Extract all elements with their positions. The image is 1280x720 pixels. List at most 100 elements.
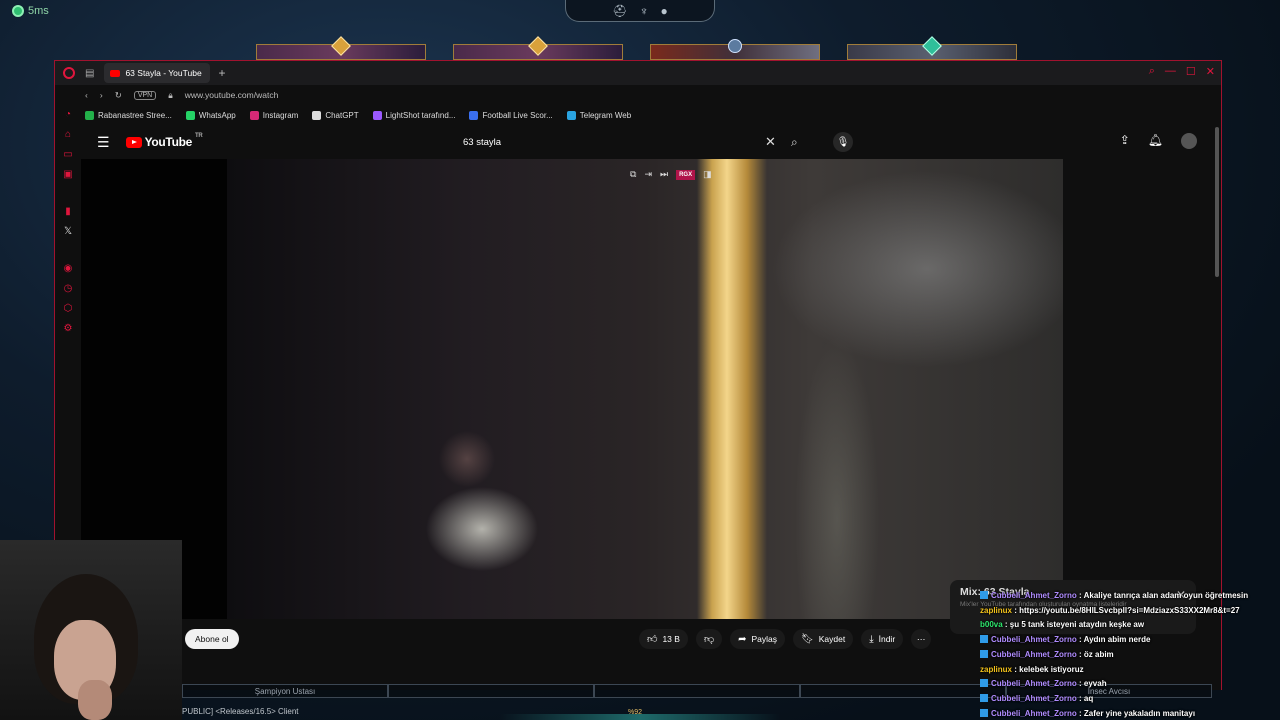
like-button[interactable]: 👍︎ 13 B bbox=[639, 629, 688, 649]
pinboard-icon[interactable]: ▣ bbox=[63, 169, 72, 180]
hud-glow bbox=[500, 714, 780, 720]
dislike-button[interactable]: 👎︎ bbox=[695, 629, 723, 649]
bookmark-item[interactable]: Rabanastree Stree... bbox=[85, 110, 172, 120]
chat-text: kelebek istiyoruz bbox=[1019, 664, 1084, 674]
youtube-favicon-icon bbox=[110, 69, 121, 77]
avatar[interactable] bbox=[1181, 133, 1197, 149]
champion-frame bbox=[650, 39, 820, 60]
chat-text: öz abim bbox=[1083, 649, 1114, 659]
bookmark-item[interactable]: Football Live Scor... bbox=[469, 110, 553, 120]
minimize-icon[interactable]: — bbox=[1165, 65, 1176, 78]
ping-value: 5ms bbox=[28, 5, 49, 17]
rank-gem-icon bbox=[528, 36, 548, 56]
clear-search-icon[interactable]: ✕ bbox=[765, 134, 776, 150]
back-icon[interactable]: ‹ bbox=[85, 90, 88, 100]
action-buttons: 👍︎ 13 B 👎︎ ➦ Paylaş 🔖︎ Kaydet ⤓ İndir ⋯ bbox=[639, 629, 932, 649]
bookmark-item[interactable]: Instagram bbox=[249, 110, 298, 120]
settings-gear-icon[interactable]: ⚙ bbox=[64, 323, 73, 334]
menu-icon[interactable]: ☰ bbox=[97, 134, 110, 151]
search-input[interactable]: 63 stayla bbox=[463, 137, 501, 148]
bookmark-favicon-icon bbox=[85, 110, 94, 120]
chat-message: Cubbeli_Ahmet_Zorno : aq bbox=[980, 692, 1280, 707]
wallet-icon[interactable]: ▭ bbox=[63, 149, 72, 160]
popout-icon[interactable]: ⇥ bbox=[644, 169, 652, 180]
twitch-icon[interactable]: ▮ bbox=[65, 206, 71, 217]
more-icon: ⋯ bbox=[916, 633, 926, 644]
chat-username: Cubbeli_Ahmet_Zorno bbox=[991, 679, 1077, 689]
download-button[interactable]: ⤓ İndir bbox=[861, 629, 904, 649]
new-tab-icon[interactable]: + bbox=[218, 66, 225, 80]
opera-logo-icon[interactable] bbox=[63, 67, 75, 79]
video-player[interactable]: ⧉ ⇥ ⏭ RGX ◨ bbox=[81, 159, 1063, 619]
search-icon[interactable]: ⌕ bbox=[791, 135, 798, 150]
rgx-button[interactable]: RGX bbox=[676, 169, 696, 180]
chat-message: zaplinux : https://youtu.be/8HlLSvcbpll?… bbox=[980, 605, 1240, 615]
chat-message: b00va : şu 5 tank isteyeni ataydın keşke… bbox=[980, 620, 1145, 630]
chat-username: Cubbeli_Ahmet_Zorno bbox=[991, 591, 1077, 600]
page-scrollbar[interactable] bbox=[1213, 125, 1221, 305]
champion-frame bbox=[847, 36, 1017, 60]
bookmark-favicon-icon bbox=[469, 110, 479, 120]
youtube-play-icon bbox=[125, 136, 142, 148]
maximize-icon[interactable]: ☐ bbox=[1186, 65, 1196, 78]
window-controls: ⌕ — ☐ ✕ bbox=[1149, 65, 1215, 78]
bookmark-item[interactable]: Telegram Web bbox=[566, 110, 631, 120]
save-button[interactable]: 🔖︎ Kaydet bbox=[793, 629, 854, 649]
chat-text: şu 5 tank isteyeni ataydın keşke aw bbox=[1009, 620, 1145, 630]
video-frame[interactable] bbox=[227, 159, 1063, 619]
profile-icon: ● bbox=[660, 3, 668, 18]
chat-message: Cubbeli_Ahmet_Zorno : Aydın abim nerde bbox=[980, 633, 1280, 648]
region-code: TR bbox=[195, 133, 203, 139]
notifications-bell-icon[interactable]: 🔔︎ bbox=[1148, 133, 1163, 149]
subscribe-button[interactable]: Abone ol bbox=[185, 629, 239, 649]
tab-overview-icon[interactable]: ▤ bbox=[85, 68, 94, 79]
extensions-icon[interactable]: ⬡ bbox=[64, 303, 73, 314]
lock-icon: 🔒︎ bbox=[168, 89, 173, 100]
vpn-badge[interactable]: VPN bbox=[133, 90, 157, 100]
hud-slot bbox=[594, 684, 800, 698]
tab-title: 63 Stayla - YouTube bbox=[125, 68, 202, 78]
skip-icon[interactable]: ⏭ bbox=[660, 169, 668, 180]
hud-slot bbox=[800, 684, 1006, 698]
youtube-logo[interactable]: YouTube TR bbox=[125, 133, 203, 149]
reload-icon[interactable]: ↻ bbox=[115, 90, 122, 101]
video-actions: Abone ol 👍︎ 13 B 👎︎ ➦ Paylaş 🔖︎ Kaydet ⤓… bbox=[81, 619, 1063, 659]
chat-username: zaplinux bbox=[980, 664, 1013, 674]
champion-frame bbox=[256, 36, 426, 60]
share-label: Paylaş bbox=[751, 634, 778, 644]
twitch-badge-icon bbox=[980, 693, 988, 702]
search-tabs-icon[interactable]: ⌕ bbox=[1149, 65, 1155, 78]
close-icon[interactable]: ✕ bbox=[1206, 65, 1215, 78]
upload-icon[interactable]: ⇪ bbox=[1120, 133, 1130, 149]
chat-text: Akaliye tanrıça alan adam oyun öğretmesi… bbox=[1083, 591, 1249, 600]
youtube-header: ☰ YouTube TR 63 stayla ✕ ⌕ 🎙︎ ⇪ 🔔︎ bbox=[81, 125, 1221, 277]
bookmark-item[interactable]: WhatsApp bbox=[185, 110, 236, 120]
x-icon[interactable]: 𝕏 bbox=[64, 226, 72, 237]
bookmark-label: LightShot tarafınd... bbox=[385, 110, 456, 120]
more-actions-button[interactable]: ⋯ bbox=[911, 629, 932, 649]
bookmark-item[interactable]: ChatGPT bbox=[312, 110, 359, 120]
chat-username: Cubbeli_Ahmet_Zorno bbox=[991, 708, 1077, 718]
player-icon[interactable]: ◉ bbox=[64, 263, 73, 274]
ping-indicator: 5ms bbox=[12, 5, 49, 17]
pip-icon[interactable]: ◨ bbox=[703, 169, 712, 180]
stream-chat: Cubbeli_Ahmet_Zorno : Akaliye tanrıça al… bbox=[980, 589, 1280, 720]
workspace-icon[interactable]: ⌂ bbox=[65, 129, 71, 140]
webcam-hand bbox=[78, 680, 112, 720]
bookmark-label: Football Live Scor... bbox=[482, 110, 553, 120]
history-icon[interactable]: ◷ bbox=[64, 283, 73, 294]
hud-slot bbox=[388, 684, 594, 698]
bookmark-item[interactable]: LightShot tarafınd... bbox=[372, 110, 456, 120]
chat-message: Cubbeli_Ahmet_Zorno : Akaliye tanrıça al… bbox=[980, 589, 1280, 604]
chat-text: Aydın abim nerde bbox=[1083, 635, 1151, 645]
share-button[interactable]: ➦ Paylaş bbox=[730, 629, 786, 649]
aria-icon[interactable]: ◔ bbox=[65, 109, 71, 120]
forward-icon[interactable]: › bbox=[100, 90, 103, 100]
copy-icon[interactable]: ⧉ bbox=[630, 169, 636, 180]
twitch-badge-icon bbox=[980, 679, 988, 688]
tab-youtube[interactable]: 63 Stayla - YouTube bbox=[104, 63, 211, 83]
rank-gem-icon bbox=[728, 39, 742, 53]
search-box: 63 stayla ✕ ⌕ bbox=[453, 131, 813, 153]
microphone-icon[interactable]: 🎙︎ bbox=[833, 132, 853, 152]
url-field[interactable]: www.youtube.com/watch bbox=[185, 90, 279, 100]
